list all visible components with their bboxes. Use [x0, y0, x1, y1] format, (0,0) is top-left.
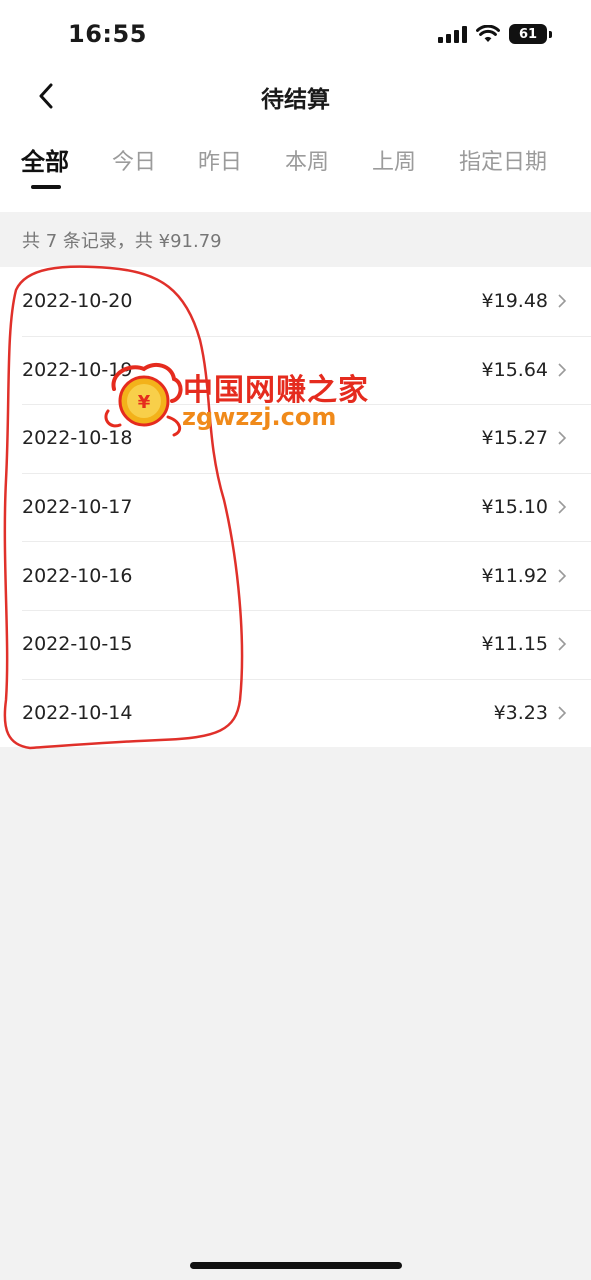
list-item[interactable]: 2022-10-18 ¥15.27	[0, 404, 591, 473]
cellular-signal-icon	[438, 25, 467, 43]
battery-icon: 61	[509, 24, 552, 44]
chevron-right-icon	[558, 706, 567, 720]
list-item[interactable]: 2022-10-14 ¥3.23	[0, 678, 591, 748]
list-item[interactable]: 2022-10-19 ¥15.64	[0, 335, 591, 405]
header-area: 16:55 61 待结算 全部 今日 昨日 本周 上周 指定日期	[0, 0, 591, 212]
status-time: 16:55	[68, 20, 147, 48]
record-date: 2022-10-17	[22, 496, 133, 519]
list-item[interactable]: 2022-10-17 ¥15.10	[0, 472, 591, 542]
home-indicator[interactable]	[190, 1262, 402, 1269]
navigation-bar: 待结算	[0, 70, 591, 122]
chevron-right-icon	[558, 363, 567, 377]
list-item[interactable]: 2022-10-15 ¥11.15	[0, 609, 591, 679]
records-list: 2022-10-20 ¥19.48 2022-10-19 ¥15.64 2022…	[0, 267, 591, 748]
record-amount: ¥15.27	[481, 427, 548, 450]
tab-yesterday[interactable]: 昨日	[198, 144, 242, 176]
record-amount: ¥11.92	[481, 564, 548, 587]
chevron-right-icon	[558, 500, 567, 514]
status-icons: 61	[438, 24, 552, 44]
tab-today[interactable]: 今日	[112, 144, 156, 176]
tab-last-week[interactable]: 上周	[372, 144, 416, 176]
record-date: 2022-10-15	[22, 633, 133, 656]
record-date: 2022-10-19	[22, 358, 133, 381]
chevron-right-icon	[558, 569, 567, 583]
wifi-icon	[476, 25, 500, 42]
record-date: 2022-10-20	[22, 290, 133, 313]
record-amount: ¥15.64	[481, 358, 548, 381]
record-date: 2022-10-16	[22, 564, 133, 587]
record-amount: ¥15.10	[481, 496, 548, 519]
chevron-right-icon	[558, 431, 567, 446]
list-item[interactable]: 2022-10-16 ¥11.92	[0, 541, 591, 610]
page-title: 待结算	[261, 87, 330, 113]
active-tab-indicator	[31, 185, 61, 189]
chevron-right-icon	[558, 294, 567, 308]
record-amount: ¥19.48	[481, 290, 548, 313]
tab-all[interactable]: 全部	[21, 142, 69, 177]
record-date: 2022-10-14	[22, 701, 133, 724]
records-summary: 共 7 条记录，共 ¥91.79	[0, 212, 591, 267]
record-amount: ¥3.23	[493, 701, 548, 724]
tab-custom-date[interactable]: 指定日期	[459, 144, 547, 176]
record-amount: ¥11.15	[481, 633, 548, 656]
chevron-right-icon	[558, 637, 567, 651]
tab-this-week[interactable]: 本周	[285, 144, 329, 176]
status-bar: 16:55 61	[0, 0, 591, 70]
record-date: 2022-10-18	[22, 427, 133, 450]
list-item[interactable]: 2022-10-20 ¥19.48	[0, 267, 591, 336]
filter-tabs: 全部 今日 昨日 本周 上周 指定日期	[0, 122, 591, 212]
